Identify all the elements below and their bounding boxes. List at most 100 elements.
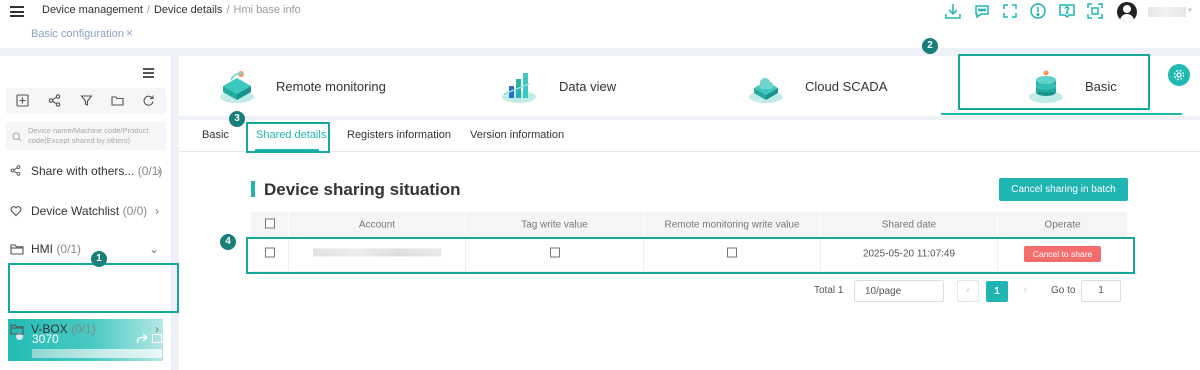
page-size-select[interactable]: 10/page ⌄ bbox=[854, 280, 944, 302]
active-tab-underline bbox=[255, 149, 319, 151]
breadcrumb-separator: / bbox=[146, 4, 150, 16]
help-icon[interactable] bbox=[1058, 2, 1078, 22]
next-page-button[interactable]: › bbox=[1014, 280, 1036, 302]
select-all-checkbox[interactable] bbox=[264, 218, 275, 228]
download-icon[interactable] bbox=[944, 2, 964, 22]
step-badge-4: 4 bbox=[220, 234, 236, 250]
chevron-down-icon: ⌄ bbox=[865, 286, 873, 296]
item-name: Device Watchlist bbox=[31, 204, 120, 218]
add-icon[interactable] bbox=[16, 94, 30, 108]
device-sidebar: Device name/Machine code/Product code(Ex… bbox=[0, 56, 172, 370]
page-1-button[interactable]: 1 bbox=[986, 281, 1008, 302]
account-redacted bbox=[313, 248, 441, 257]
filter-icon[interactable] bbox=[80, 94, 94, 108]
share-icon[interactable] bbox=[48, 94, 62, 108]
chevron-down-icon[interactable]: ▼ bbox=[1187, 8, 1193, 14]
item-count: (0/0) bbox=[122, 204, 148, 218]
menu-toggle-icon[interactable] bbox=[10, 6, 24, 17]
account-cell bbox=[289, 237, 466, 271]
feature-tab-label: Data view bbox=[559, 79, 617, 94]
item-name: HMI bbox=[31, 242, 53, 256]
sidebar-item-label: V-BOX (0/1) bbox=[31, 322, 96, 336]
header-divider bbox=[0, 48, 1200, 56]
cancel-share-button[interactable]: Cancel to share bbox=[1024, 246, 1101, 262]
tab-version-information[interactable]: Version information bbox=[470, 129, 564, 141]
main-panel: Remote monitoring Data view Cloud SCADA … bbox=[179, 56, 1200, 370]
row-checkbox[interactable] bbox=[264, 247, 275, 258]
step-badge-2: 2 bbox=[922, 38, 938, 54]
device-subtitle-redacted bbox=[32, 349, 162, 358]
chat-icon[interactable] bbox=[973, 2, 993, 22]
prev-page-button[interactable]: ‹ bbox=[957, 280, 979, 302]
sidebar-item-label: HMI (0/1) bbox=[31, 242, 81, 256]
column-header-operate: Operate bbox=[998, 212, 1127, 237]
active-feature-underline bbox=[941, 113, 1182, 115]
step-badge-1: 1 bbox=[91, 251, 107, 267]
pagination: Total 1 10/page ⌄ ‹ 1 › Go to 1 bbox=[179, 280, 1200, 302]
shared-date-cell: 2025-05-20 11:07:49 bbox=[821, 237, 998, 271]
tab-basic[interactable]: Basic bbox=[202, 129, 229, 141]
sidebar-toolbar bbox=[6, 88, 166, 114]
remote-write-checkbox[interactable] bbox=[727, 247, 737, 258]
scan-icon[interactable] bbox=[1086, 2, 1106, 22]
chevron-right-icon[interactable]: › bbox=[155, 322, 159, 336]
basic-info-icon bbox=[1026, 66, 1066, 106]
item-count: (0/1) bbox=[56, 242, 82, 256]
feature-tab-remote-monitoring[interactable]: Remote monitoring bbox=[209, 56, 429, 114]
sidebar-item-label: Share with others... (0/1) bbox=[31, 164, 162, 178]
row-select-cell bbox=[251, 237, 289, 271]
open-tab-basic-configuration[interactable]: Basic configuration × bbox=[31, 26, 133, 40]
feature-tab-data-view[interactable]: Data view bbox=[493, 56, 673, 114]
header-label: Shared date bbox=[881, 219, 937, 230]
panel-gutter bbox=[172, 56, 179, 370]
top-bar: Device management / Device details / Hmi bas… bbox=[0, 0, 1200, 48]
header-label: Tag write value bbox=[521, 219, 588, 230]
feature-tab-cloud-scada[interactable]: Cloud SCADA bbox=[739, 56, 929, 114]
tab-registers-information[interactable]: Registers information bbox=[347, 129, 451, 141]
chevron-right-icon[interactable]: › bbox=[157, 164, 161, 178]
breadcrumb: Device management / Device details / Hmi bas… bbox=[42, 4, 301, 16]
collapse-sidebar-icon[interactable] bbox=[143, 68, 154, 78]
feature-tab-label: Remote monitoring bbox=[276, 79, 386, 94]
select-all-cell bbox=[251, 212, 289, 237]
folder-icon bbox=[10, 243, 24, 256]
chevron-right-icon[interactable]: › bbox=[155, 204, 159, 218]
column-header-remote-write: Remote monitoring write value bbox=[644, 212, 821, 237]
step-badge-3: 3 bbox=[229, 111, 245, 127]
column-header-shared-date: Shared date bbox=[821, 212, 998, 237]
close-tab-icon[interactable]: × bbox=[126, 26, 133, 40]
sidebar-item-hmi[interactable]: HMI (0/1) ⌄ bbox=[10, 240, 165, 260]
sidebar-item-device-watchlist[interactable]: Device Watchlist (0/0) › bbox=[10, 202, 165, 222]
feature-tab-basic[interactable]: Basic bbox=[959, 56, 1149, 114]
share-icon bbox=[10, 165, 23, 178]
tag-write-checkbox[interactable] bbox=[549, 247, 560, 258]
sidebar-item-v-box[interactable]: V-BOX (0/1) › bbox=[10, 320, 165, 340]
feature-tab-label: Basic bbox=[1085, 79, 1117, 94]
breadcrumb-device-details[interactable]: Device details bbox=[154, 4, 222, 16]
tab-shared-details[interactable]: Shared details bbox=[256, 129, 326, 141]
alert-icon[interactable] bbox=[1029, 2, 1049, 22]
table-row: 2025-05-20 11:07:49 Cancel to share bbox=[251, 237, 1127, 272]
goto-page-input[interactable]: 1 bbox=[1081, 280, 1121, 302]
cancel-sharing-batch-button[interactable]: Cancel sharing in batch bbox=[999, 178, 1128, 201]
detail-tabs: Basic Shared details Registers informati… bbox=[179, 120, 1200, 152]
user-name-redacted[interactable] bbox=[1148, 7, 1186, 17]
settings-gear-icon[interactable] bbox=[1168, 64, 1190, 86]
tag-write-cell bbox=[466, 237, 644, 271]
folder-icon[interactable] bbox=[111, 94, 125, 108]
sidebar-item-label: Device Watchlist (0/0) bbox=[31, 204, 147, 218]
open-tab-label: Basic configuration bbox=[31, 28, 124, 40]
column-header-account: Account bbox=[289, 212, 466, 237]
refresh-icon[interactable] bbox=[142, 94, 156, 108]
breadcrumb-current: Hmi base info bbox=[233, 4, 301, 16]
breadcrumb-device-management[interactable]: Device management bbox=[42, 4, 143, 16]
goto-label: Go to bbox=[1051, 285, 1076, 296]
chevron-down-icon[interactable]: ⌄ bbox=[149, 242, 159, 256]
device-search-input[interactable]: Device name/Machine code/Product code(Ex… bbox=[6, 122, 166, 150]
sidebar-item-share-with-others[interactable]: Share with others... (0/1) › bbox=[10, 162, 165, 182]
fullscreen-icon[interactable] bbox=[1001, 2, 1021, 22]
avatar[interactable] bbox=[1117, 2, 1137, 22]
section-title: Device sharing situation bbox=[264, 180, 461, 199]
operate-cell: Cancel to share bbox=[998, 237, 1127, 271]
total-count: Total 1 bbox=[814, 285, 844, 296]
